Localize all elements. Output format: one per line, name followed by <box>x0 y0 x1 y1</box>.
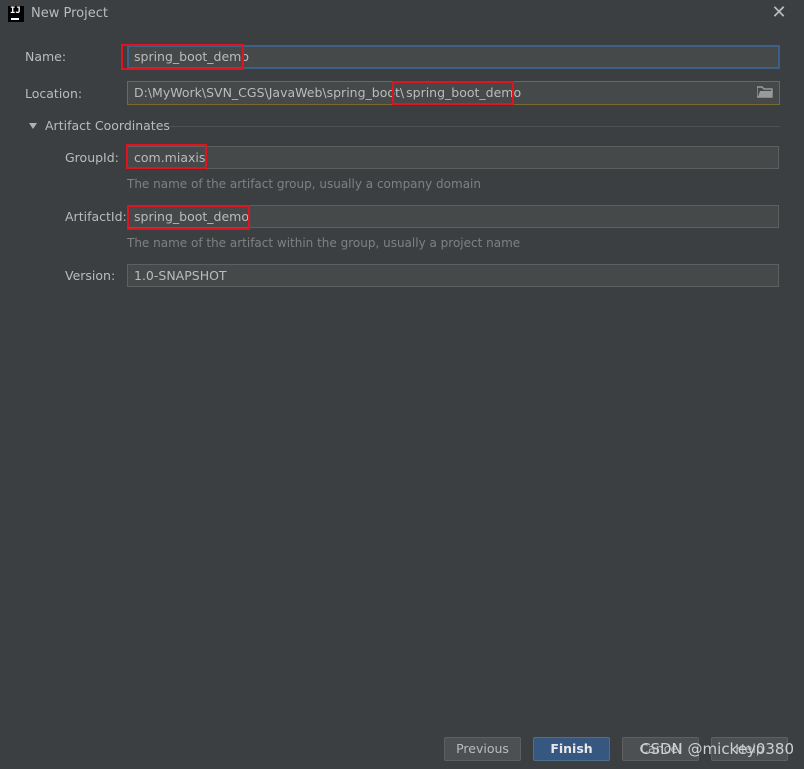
folder-icon[interactable] <box>757 86 773 98</box>
highlight-location <box>392 81 514 105</box>
groupid-input[interactable]: com.miaxis <box>127 146 779 169</box>
previous-button[interactable]: Previous <box>444 737 521 761</box>
window-title: New Project <box>31 6 108 21</box>
location-prefix: D:\MyWork\SVN_CGS\JavaWeb\spring_boot\ <box>134 85 405 100</box>
highlight-name <box>121 44 244 70</box>
name-label: Name: <box>25 49 67 64</box>
csdn-watermark: CSDN @mickey0380 <box>640 740 794 758</box>
highlight-artifactid <box>127 205 250 230</box>
groupid-label: GroupId: <box>65 150 119 165</box>
close-icon[interactable]: ✕ <box>769 3 789 23</box>
finish-button[interactable]: Finish <box>533 737 610 761</box>
version-input-value: 1.0-SNAPSHOT <box>134 268 227 283</box>
highlight-groupid <box>126 144 207 169</box>
title-bar: IJ New Project ✕ <box>0 0 804 28</box>
app-icon-text: IJ <box>10 6 21 16</box>
section-divider <box>170 126 780 127</box>
version-label: Version: <box>65 268 116 283</box>
intellij-app-icon: IJ <box>8 6 24 22</box>
artifactid-label: ArtifactId: <box>65 209 127 224</box>
artifactid-hint: The name of the artifact within the grou… <box>127 236 521 250</box>
triangle-down-icon[interactable] <box>29 123 37 129</box>
section-title[interactable]: Artifact Coordinates <box>45 118 170 133</box>
location-label: Location: <box>25 86 83 101</box>
groupid-hint: The name of the artifact group, usually … <box>127 177 481 191</box>
version-input[interactable]: 1.0-SNAPSHOT <box>127 264 779 287</box>
